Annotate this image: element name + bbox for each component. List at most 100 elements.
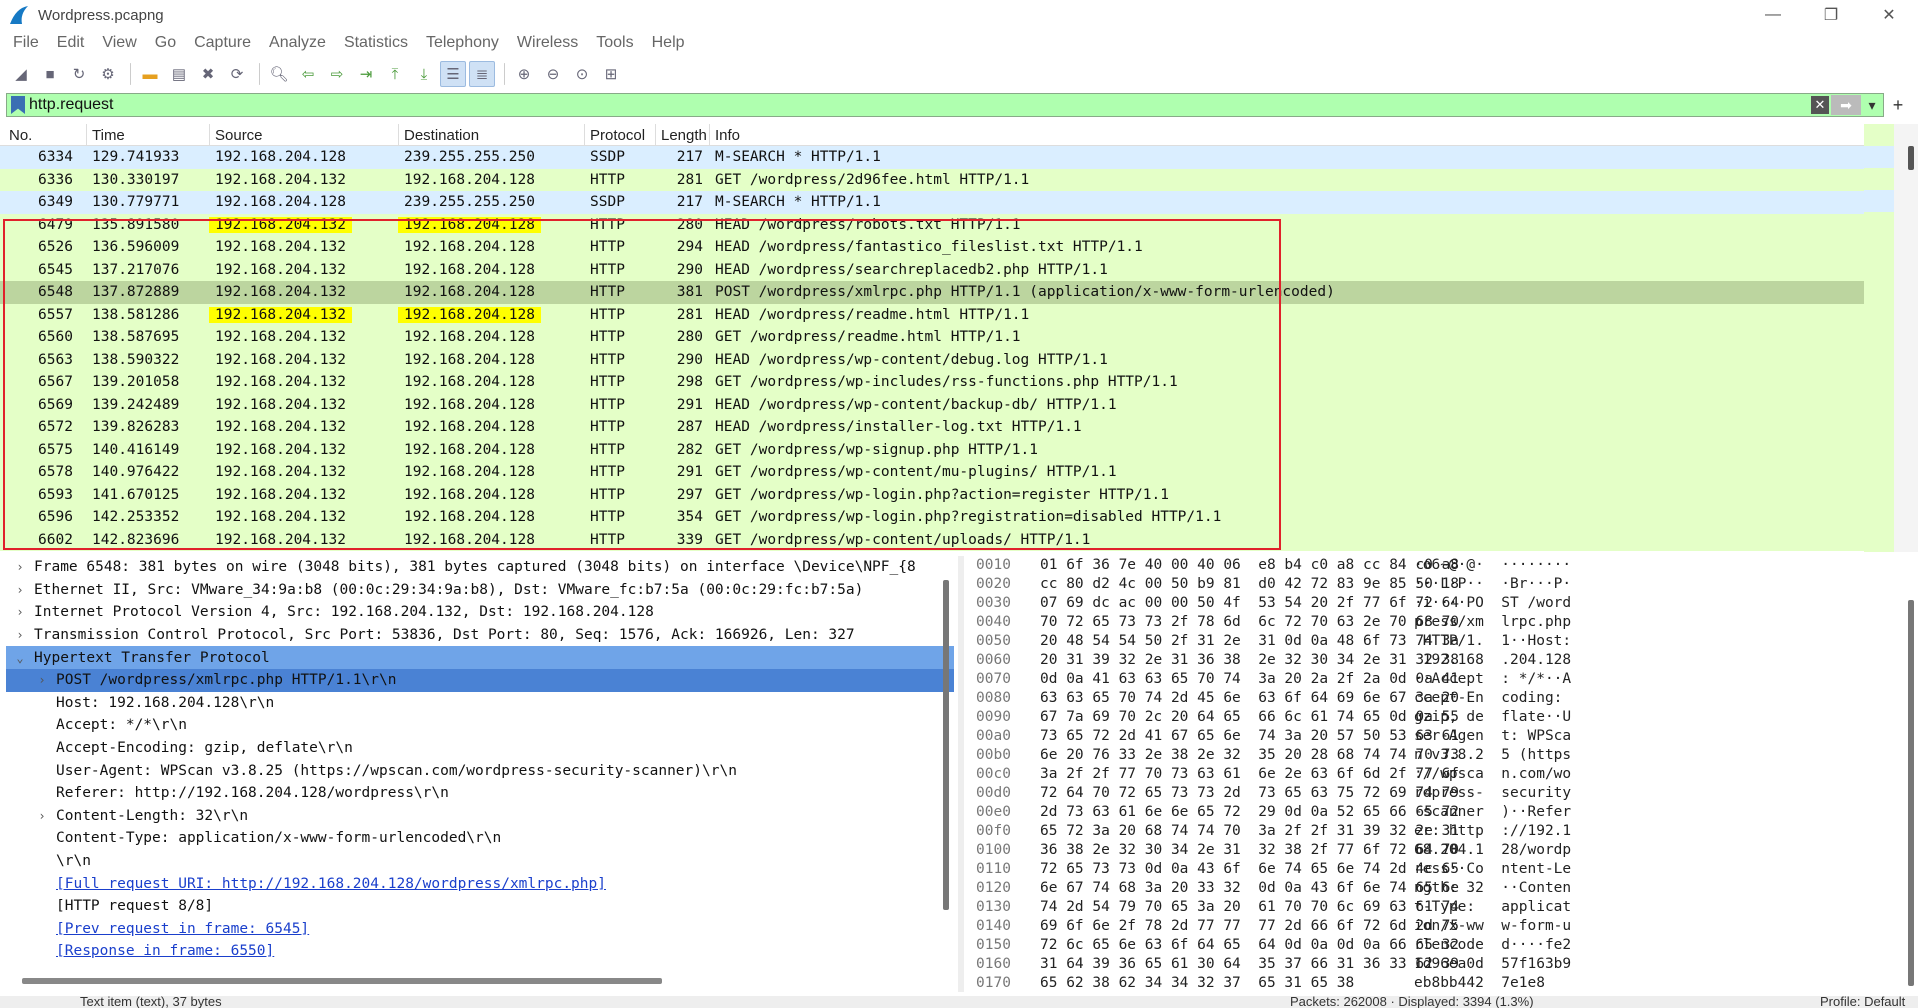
capture-options-icon[interactable]: ⚙ xyxy=(95,61,121,87)
apply-filter-icon[interactable]: ➡ xyxy=(1831,95,1861,115)
hex-row[interactable]: 00b0 6e 20 76 33 2e 38 2e 32 35 20 28 68 … xyxy=(966,746,1918,765)
menu-item-view[interactable]: View xyxy=(93,34,145,52)
autoscroll-icon[interactable]: ☰ xyxy=(440,61,466,87)
hex-row[interactable]: 0100 36 38 2e 32 30 34 2e 31 32 38 2f 77 … xyxy=(966,841,1918,860)
column-destination[interactable]: Destination xyxy=(404,127,479,144)
zoom-in-icon[interactable]: ⊕ xyxy=(511,61,537,87)
packet-row[interactable]: 6593 141.670125 192.168.204.132 192.168.204… xyxy=(0,483,1918,506)
clear-filter-icon[interactable]: ✕ xyxy=(1811,96,1829,114)
close-button[interactable]: ✕ xyxy=(1860,0,1918,30)
hex-row[interactable]: 0150 72 6c 65 6e 63 6f 64 65 64 0d 0a 0d … xyxy=(966,936,1918,955)
hex-row[interactable]: 00f0 65 72 3a 20 68 74 74 70 3a 2f 2f 31 … xyxy=(966,822,1918,841)
reload-file-icon[interactable]: ⟳ xyxy=(224,61,250,87)
packet-row[interactable]: 6336 130.330197 192.168.204.132 192.168.204… xyxy=(0,168,1918,191)
expand-chevron-icon[interactable]: › xyxy=(28,673,56,687)
details-tree-item[interactable]: [Prev request in frame: 6545] xyxy=(6,918,954,941)
colorize-icon[interactable]: ≣ xyxy=(469,61,495,87)
packet-list-scroll-thumb[interactable] xyxy=(1908,146,1914,170)
details-tree-item[interactable]: Accept: */*\r\n xyxy=(6,714,954,737)
hex-row[interactable]: 0080 63 63 65 70 74 2d 45 6e 63 6f 64 69 … xyxy=(966,689,1918,708)
hex-row[interactable]: 0050 20 48 54 54 50 2f 31 2e 31 0d 0a 48 … xyxy=(966,632,1918,651)
expand-chevron-icon[interactable]: › xyxy=(6,605,34,619)
packet-row[interactable]: 6560 138.587695 192.168.204.132 192.168.204… xyxy=(0,326,1918,349)
hex-row[interactable]: 00a0 73 65 72 2d 41 67 65 6e 74 3a 20 57 … xyxy=(966,727,1918,746)
menu-item-help[interactable]: Help xyxy=(643,34,694,52)
hex-row[interactable]: 0030 07 69 dc ac 00 00 50 4f 53 54 20 2f … xyxy=(966,594,1918,613)
details-tree-item[interactable]: [HTTP request 8/8] xyxy=(6,895,954,918)
hex-row[interactable]: 0140 69 6f 6e 2f 78 2d 77 77 77 2d 66 6f … xyxy=(966,917,1918,936)
hex-row[interactable]: 0170 65 62 38 62 34 34 32 37 65 31 65 38 e… xyxy=(966,974,1918,992)
details-tree-item[interactable]: [Response in frame: 6550] xyxy=(6,940,954,963)
menu-item-tools[interactable]: Tools xyxy=(587,34,642,52)
stop-capture-icon[interactable]: ■ xyxy=(37,61,63,87)
packet-row[interactable]: 6479 135.891580 192.168.204.132 192.168.204… xyxy=(0,213,1918,236)
details-tree-item[interactable]: › Content-Length: 32\r\n xyxy=(6,805,954,828)
minimize-button[interactable]: — xyxy=(1744,0,1802,30)
column-info[interactable]: Info xyxy=(715,127,740,144)
bytes-scrollbar[interactable] xyxy=(1908,600,1914,986)
packet-row[interactable]: 6526 136.596009 192.168.204.132 192.168.204… xyxy=(0,236,1918,259)
hex-row[interactable]: 00e0 2d 73 63 61 6e 6e 65 72 29 0d 0a 52 … xyxy=(966,803,1918,822)
packet-minimap[interactable] xyxy=(1864,124,1894,552)
expand-chevron-icon[interactable]: › xyxy=(6,628,34,642)
details-item-text[interactable]: [Full request URI: http://192.168.204.12… xyxy=(56,876,606,892)
menu-item-analyze[interactable]: Analyze xyxy=(260,34,335,52)
maximize-button[interactable]: ❐ xyxy=(1802,0,1860,30)
packet-row[interactable]: 6578 140.976422 192.168.204.132 192.168.204… xyxy=(0,461,1918,484)
packet-row[interactable]: 6569 139.242489 192.168.204.132 192.168.204… xyxy=(0,393,1918,416)
first-packet-icon[interactable]: ⤒ xyxy=(382,61,408,87)
hex-row[interactable]: 0110 72 65 73 73 0d 0a 43 6f 6e 74 65 6e … xyxy=(966,860,1918,879)
details-tree-item[interactable]: › Ethernet II, Src: VMware_34:9a:b8 (00:0… xyxy=(6,579,954,602)
details-tree-item[interactable]: Host: 192.168.204.128\r\n xyxy=(6,692,954,715)
hex-row[interactable]: 0060 20 31 39 32 2e 31 36 38 2e 32 30 34 … xyxy=(966,651,1918,670)
hex-row[interactable]: 00d0 72 64 70 72 65 73 73 2d 73 65 63 75 … xyxy=(966,784,1918,803)
go-to-packet-icon[interactable]: ⇥ xyxy=(353,61,379,87)
go-forward-icon[interactable]: ⇨ xyxy=(324,61,350,87)
packet-row[interactable]: 6334 129.741933 192.168.204.128 239.255.255… xyxy=(0,146,1918,169)
column-source[interactable]: Source xyxy=(215,127,263,144)
hex-row[interactable]: 0160 31 64 39 36 65 61 30 64 35 37 66 31 … xyxy=(966,955,1918,974)
packet-row[interactable]: 6575 140.416149 192.168.204.132 192.168.204… xyxy=(0,438,1918,461)
column-time[interactable]: Time xyxy=(92,127,125,144)
hex-row[interactable]: 0020 cc 80 d2 4c 00 50 b9 81 d0 42 72 83 … xyxy=(966,575,1918,594)
hex-row[interactable]: 00c0 3a 2f 2f 77 70 73 63 61 6e 2e 63 6f … xyxy=(966,765,1918,784)
details-item-text[interactable]: [Prev request in frame: 6545] xyxy=(56,921,309,937)
expand-chevron-icon[interactable]: › xyxy=(6,560,34,574)
menu-item-telephony[interactable]: Telephony xyxy=(417,34,508,52)
details-tree-item[interactable]: \r\n xyxy=(6,850,954,873)
last-packet-icon[interactable]: ⤓ xyxy=(411,61,437,87)
expand-chevron-icon[interactable]: › xyxy=(28,809,56,823)
details-tree-item[interactable]: › Transmission Control Protocol, Src Port… xyxy=(6,624,954,647)
details-tree-item[interactable]: [Full request URI: http://192.168.204.12… xyxy=(6,872,954,895)
column-protocol[interactable]: Protocol xyxy=(590,127,645,144)
details-tree-item[interactable]: ⌄ Hypertext Transfer Protocol xyxy=(6,646,954,669)
details-tree-item[interactable]: Accept-Encoding: gzip, deflate\r\n xyxy=(6,737,954,760)
column-length[interactable]: Length xyxy=(661,127,707,144)
details-tree-item[interactable]: Content-Type: application/x-www-form-url… xyxy=(6,827,954,850)
menu-item-statistics[interactable]: Statistics xyxy=(335,34,417,52)
details-horizontal-scrollbar[interactable] xyxy=(22,978,662,984)
packet-row[interactable]: 6349 130.779771 192.168.204.128 239.255.255… xyxy=(0,191,1918,214)
menu-item-capture[interactable]: Capture xyxy=(185,34,260,52)
normal-size-icon[interactable]: ⊙ xyxy=(569,61,595,87)
resize-columns-icon[interactable]: ⊞ xyxy=(598,61,624,87)
packet-row[interactable]: 6548 137.872889 192.168.204.132 192.168.204… xyxy=(0,281,1918,304)
packet-row[interactable]: 6557 138.581286 192.168.204.132 192.168.204… xyxy=(0,303,1918,326)
packet-row[interactable]: 6567 139.201058 192.168.204.132 192.168.204… xyxy=(0,371,1918,394)
display-filter-input[interactable] xyxy=(29,94,1811,116)
hex-row[interactable]: 0040 70 72 65 73 73 2f 78 6d 6c 72 70 63 … xyxy=(966,613,1918,632)
hex-row[interactable]: 0090 67 7a 69 70 2c 20 64 65 66 6c 61 74 … xyxy=(966,708,1918,727)
expand-chevron-icon[interactable]: ⌄ xyxy=(6,651,34,665)
menu-item-wireless[interactable]: Wireless xyxy=(508,34,587,52)
packet-row[interactable]: 6602 142.823696 192.168.204.132 192.168.204… xyxy=(0,528,1918,551)
details-tree-item[interactable]: › POST /wordpress/xmlrpc.php HTTP/1.1\r\n xyxy=(6,668,954,692)
go-back-icon[interactable]: ⇦ xyxy=(295,61,321,87)
close-file-icon[interactable]: ✖ xyxy=(195,61,221,87)
bookmark-icon[interactable] xyxy=(11,96,25,114)
hex-row[interactable]: 0120 6e 67 74 68 3a 20 33 32 0d 0a 43 6f … xyxy=(966,879,1918,898)
menu-item-go[interactable]: Go xyxy=(146,34,185,52)
menu-item-edit[interactable]: Edit xyxy=(48,34,94,52)
add-filter-button[interactable]: + xyxy=(1884,94,1912,116)
details-tree-item[interactable]: User-Agent: WPScan v3.8.25 (https://wpsc… xyxy=(6,759,954,782)
packet-row[interactable]: 6596 142.253352 192.168.204.132 192.168.204… xyxy=(0,506,1918,529)
